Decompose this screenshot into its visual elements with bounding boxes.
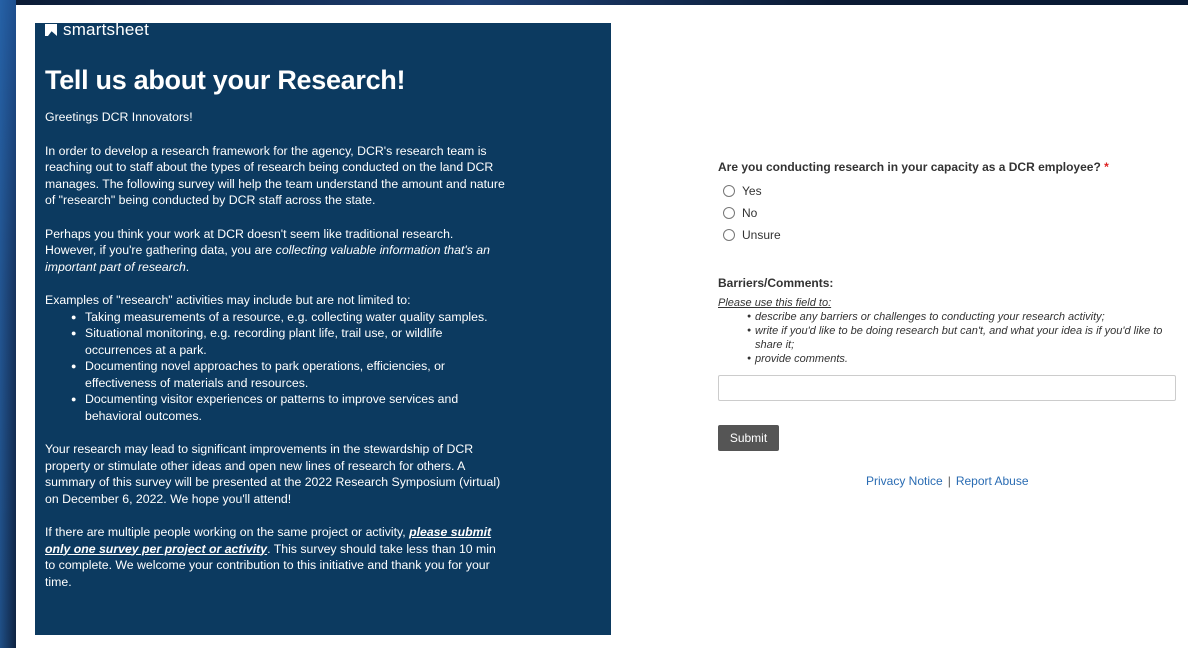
- example-item: Documenting novel approaches to park ope…: [71, 358, 507, 391]
- footer-separator: |: [947, 474, 951, 488]
- radio-option-no[interactable]: No: [723, 202, 1178, 224]
- top-background-strip: [0, 0, 1188, 5]
- brand-name: smartsheet: [63, 20, 150, 39]
- report-abuse-link[interactable]: Report Abuse: [956, 474, 1029, 488]
- radio-option-yes[interactable]: Yes: [723, 180, 1178, 202]
- radio-label: Unsure: [742, 228, 781, 242]
- example-item: Situational monitoring, e.g. recording p…: [71, 325, 507, 358]
- help-item: describe any barriers or challenges to c…: [747, 310, 1167, 324]
- intro-panel: smartsheet Tell us about your Research! …: [35, 20, 611, 635]
- page-title: Tell us about your Research!: [45, 65, 406, 95]
- question-text: Are you conducting research in your capa…: [718, 160, 1101, 174]
- help-item: write if you'd like to be doing research…: [747, 324, 1167, 352]
- survey-form: Are you conducting research in your capa…: [718, 160, 1178, 488]
- footer-links: Privacy Notice | Report Abuse: [866, 474, 1029, 488]
- para2-end: .: [185, 259, 190, 274]
- required-asterisk: *: [1104, 160, 1109, 174]
- left-background-glow: [0, 0, 16, 648]
- radio-option-unsure[interactable]: Unsure: [723, 224, 1178, 246]
- submit-button[interactable]: Submit: [718, 425, 779, 451]
- help-list: describe any barriers or challenges to c…: [747, 310, 1167, 366]
- radio-label: No: [742, 206, 758, 220]
- help-title: Please use this field to:: [718, 297, 832, 309]
- smartsheet-logo-icon: [45, 24, 57, 36]
- help-item: provide comments.: [747, 352, 1167, 366]
- intro-content: Greetings DCR Innovators! In order to de…: [45, 109, 507, 607]
- para4-text: If there are multiple people working on …: [45, 525, 410, 539]
- examples-intro: Examples of "research" activities may in…: [45, 293, 411, 307]
- barriers-section: Barriers/Comments: Please use this field…: [718, 276, 1178, 366]
- radio-button[interactable]: [723, 229, 735, 241]
- intro-paragraph-1: In order to develop a research framework…: [45, 143, 505, 208]
- intro-paragraph-3: Your research may lead to significant im…: [45, 442, 501, 506]
- radio-button[interactable]: [723, 185, 735, 197]
- greeting-text: Greetings DCR Innovators!: [45, 110, 193, 124]
- intro-paragraph-4: If there are multiple people working on …: [45, 524, 507, 590]
- barriers-help: Please use this field to: describe any b…: [718, 297, 1178, 366]
- barriers-comments-input[interactable]: [718, 375, 1176, 401]
- radio-button[interactable]: [723, 207, 735, 219]
- radio-group: Yes No Unsure: [718, 180, 1178, 246]
- examples-list: Taking measurements of a resource, e.g. …: [71, 309, 507, 425]
- research-question-label: Are you conducting research in your capa…: [718, 160, 1178, 174]
- example-item: Taking measurements of a resource, e.g. …: [71, 309, 507, 326]
- radio-label: Yes: [742, 184, 762, 198]
- barriers-label: Barriers/Comments:: [718, 276, 834, 290]
- example-item: Documenting visitor experiences or patte…: [71, 391, 507, 424]
- intro-paragraph-2: Perhaps you think your work at DCR doesn…: [45, 226, 507, 276]
- brand-logo: smartsheet: [45, 20, 149, 40]
- privacy-notice-link[interactable]: Privacy Notice: [866, 474, 943, 488]
